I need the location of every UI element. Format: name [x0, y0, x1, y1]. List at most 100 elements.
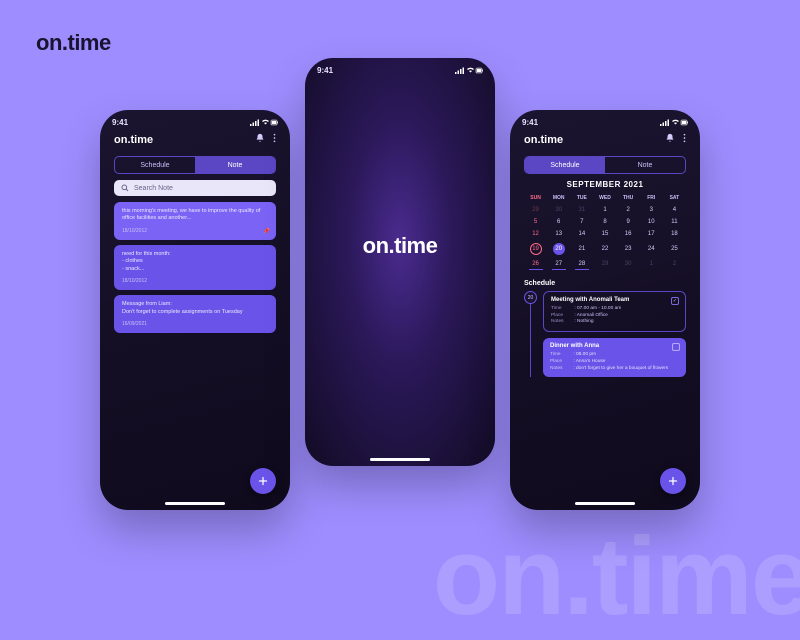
calendar-day[interactable]: 31 — [570, 204, 593, 216]
home-indicator[interactable] — [165, 502, 225, 505]
timeline-day-badge: 20 — [524, 291, 537, 304]
calendar-day[interactable]: 3 — [640, 204, 663, 216]
app-header: on.time — [510, 127, 700, 150]
calendar-day[interactable]: 21 — [570, 240, 593, 258]
calendar-day[interactable]: 11 — [663, 216, 686, 228]
calendar-day[interactable]: 16 — [617, 228, 640, 240]
note-card[interactable]: Message from Liam: Don't forget to compl… — [114, 295, 276, 333]
event-time: 08.00 pm — [576, 352, 596, 357]
status-icons — [660, 118, 688, 127]
phone-mockups: 9:41 on.time Schedule Note Search Note — [0, 0, 800, 600]
status-time: 9:41 — [522, 118, 538, 127]
calendar-day[interactable]: 22 — [593, 240, 616, 258]
note-body: this morning's meeting, we have to impro… — [122, 208, 268, 223]
calendar-dow: THU — [617, 193, 640, 204]
event-card[interactable]: Meeting with Anomali TeamTime : 07.00 am… — [543, 291, 686, 332]
more-icon[interactable] — [683, 133, 686, 146]
calendar-day[interactable]: 20 — [547, 240, 570, 258]
status-icons — [250, 118, 278, 127]
event-title: Meeting with Anomali Team — [551, 297, 678, 303]
calendar-day[interactable]: 10 — [640, 216, 663, 228]
pin-icon: 📌 — [263, 228, 270, 235]
calendar-day[interactable]: 14 — [570, 228, 593, 240]
tab-note[interactable]: Note — [605, 157, 685, 173]
phone-splash: 9:41 on.time — [305, 58, 495, 466]
calendar-day[interactable]: 1 — [593, 204, 616, 216]
calendar-day[interactable]: 12 — [524, 228, 547, 240]
calendar-day[interactable]: 8 — [593, 216, 616, 228]
note-body: need for this month: - clothes - snack..… — [122, 251, 268, 273]
tabs: Schedule Note — [524, 156, 686, 174]
app-header: on.time — [100, 127, 290, 150]
status-bar: 9:41 — [305, 58, 495, 75]
tab-schedule[interactable]: Schedule — [115, 157, 195, 173]
calendar-day[interactable]: 30 — [617, 258, 640, 270]
calendar-day[interactable]: 17 — [640, 228, 663, 240]
phone-notes: 9:41 on.time Schedule Note Search Note — [100, 110, 290, 510]
bell-icon[interactable] — [255, 133, 265, 146]
event-notes: Nothing — [577, 319, 594, 324]
calendar-day[interactable]: 15 — [593, 228, 616, 240]
calendar-day[interactable]: 26 — [524, 258, 547, 270]
notes-list: this morning's meeting, we have to impro… — [100, 202, 290, 333]
calendar-day[interactable]: 4 — [663, 204, 686, 216]
calendar-day[interactable]: 28 — [570, 258, 593, 270]
calendar-day[interactable]: 1 — [640, 258, 663, 270]
calendar-dow: FRI — [640, 193, 663, 204]
calendar-day[interactable]: 30 — [547, 204, 570, 216]
calendar-day[interactable]: 2 — [663, 258, 686, 270]
bell-icon[interactable] — [665, 133, 675, 146]
calendar-day[interactable]: 5 — [524, 216, 547, 228]
calendar-day[interactable]: 18 — [663, 228, 686, 240]
calendar-day[interactable]: 13 — [547, 228, 570, 240]
tab-note[interactable]: Note — [195, 157, 275, 173]
calendar-day[interactable]: 7 — [570, 216, 593, 228]
home-indicator[interactable] — [370, 458, 430, 461]
search-icon — [121, 184, 129, 192]
event-place: Anna's House — [576, 359, 606, 364]
add-button[interactable] — [250, 468, 276, 494]
timeline: 20 Meeting with Anomali TeamTime : 07.00… — [530, 291, 686, 377]
splash-logo: on.time — [363, 233, 438, 259]
search-input[interactable]: Search Note — [114, 180, 276, 196]
more-icon[interactable] — [273, 133, 276, 146]
calendar-day[interactable]: 24 — [640, 240, 663, 258]
status-time: 9:41 — [317, 66, 333, 75]
calendar-day[interactable]: 9 — [617, 216, 640, 228]
note-date: 18/10/2012 — [122, 228, 268, 234]
calendar-day[interactable]: 2 — [617, 204, 640, 216]
note-card[interactable]: this morning's meeting, we have to impro… — [114, 202, 276, 240]
calendar-dow: TUE — [570, 193, 593, 204]
calendar-month: SEPTEMBER 2021 — [510, 180, 700, 189]
home-indicator[interactable] — [575, 502, 635, 505]
calendar-dow: WED — [593, 193, 616, 204]
tabs: Schedule Note — [114, 156, 276, 174]
calendar-dow: MON — [547, 193, 570, 204]
note-body: Message from Liam: Don't forget to compl… — [122, 301, 268, 316]
search-placeholder: Search Note — [134, 185, 173, 192]
calendar-day[interactable]: 19 — [524, 240, 547, 258]
note-card[interactable]: need for this month: - clothes - snack..… — [114, 245, 276, 290]
plus-icon — [257, 475, 269, 487]
calendar-dow: SUN — [524, 193, 547, 204]
add-button[interactable] — [660, 468, 686, 494]
event-time: 07.00 am - 10.00 am — [577, 306, 621, 311]
app-logo: on.time — [114, 134, 153, 146]
note-date: 16/09/2021 — [122, 321, 268, 327]
calendar-day[interactable]: 25 — [663, 240, 686, 258]
plus-icon — [667, 475, 679, 487]
note-date: 18/10/2012 — [122, 278, 268, 284]
calendar-grid: SUNMONTUEWEDTHUFRISAT 293031123456789101… — [524, 193, 686, 270]
status-time: 9:41 — [112, 118, 128, 127]
calendar-day[interactable]: 29 — [593, 258, 616, 270]
calendar-day[interactable]: 27 — [547, 258, 570, 270]
event-checkbox[interactable] — [672, 343, 680, 351]
calendar-day[interactable]: 29 — [524, 204, 547, 216]
calendar-day[interactable]: 6 — [547, 216, 570, 228]
tab-schedule[interactable]: Schedule — [525, 157, 605, 173]
event-checkbox[interactable]: ✓ — [671, 297, 679, 305]
calendar-day[interactable]: 23 — [617, 240, 640, 258]
event-card[interactable]: Dinner with AnnaTime : 08.00 pmPlace : A… — [543, 338, 686, 377]
schedule-heading: Schedule — [524, 280, 686, 287]
calendar-dow: SAT — [663, 193, 686, 204]
